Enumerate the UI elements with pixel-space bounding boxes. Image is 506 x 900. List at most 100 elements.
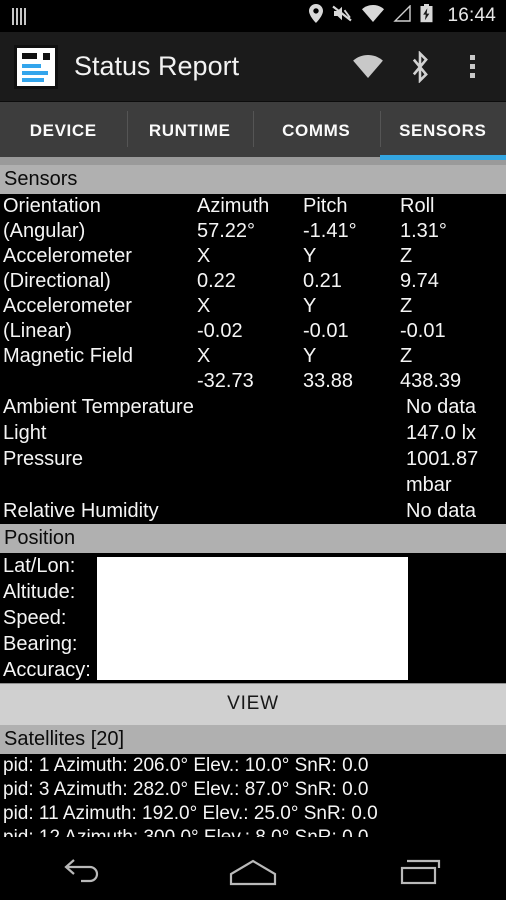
sensor-row-ambient-temperature: Ambient Temperature No data [0,394,506,420]
overflow-menu-icon [469,55,475,78]
sensor-key-z: Roll [400,195,435,217]
recents-button[interactable] [337,844,506,900]
recents-icon [400,859,440,885]
position-block: Lat/Lon: Altitude: Speed: Bearing: Accur… [0,553,506,683]
sensor-value-group: 1001.87 mbar [406,446,506,498]
overflow-menu-button[interactable] [446,39,498,95]
home-button[interactable] [169,844,338,900]
satellite-row-text: pid: 12 Azimuth: 300.0° Elev.: 8.0° SnR:… [0,826,506,837]
sensor-value: 1001.87 [406,448,479,470]
sensor-key: Ambient Temperature [3,396,194,418]
position-label-speed: Speed: [3,607,67,629]
sensor-row-light: Light 147.0 lx [0,420,506,446]
sensor-key-y: Y [303,295,317,317]
status-bar-left [12,7,28,25]
wifi-icon [362,5,385,27]
sensor-value-y: -0.01 [303,320,349,342]
sensor-value: No data [406,500,477,522]
tab-runtime-label: RUNTIME [148,121,231,140]
sensor-value-x: 57.22° [197,220,256,242]
page-title: Status Report [74,51,240,81]
sensor-row-relative-humidity: Relative Humidity No data [0,498,506,524]
tab-device-underline [0,157,127,160]
action-bar: Status Report [0,32,506,102]
position-label-accuracy: Accuracy: [3,659,91,681]
sensors-content: Sensors Orientation Azimuth Pitch Roll (… [0,165,506,837]
sensor-value-z: 438.39 [400,370,462,392]
sensor-key-x: X [197,345,211,367]
sensor-value-x: -32.73 [197,370,254,392]
tab-runtime-underline [126,157,253,160]
bluetooth-toggle-button[interactable] [394,39,446,95]
wifi-toggle-button[interactable] [342,39,394,95]
sensor-label-line1: Magnetic Field [3,345,134,367]
sensor-row-keys: Accelerometer X Y Z [0,294,506,319]
tab-sensors[interactable]: SENSORS [379,102,506,160]
sensor-key-z: Z [400,295,413,317]
position-map-placeholder[interactable] [97,557,408,680]
sensor-key: Light [3,422,47,444]
position-label-altitude: Altitude: [3,581,76,603]
navigation-bar [0,844,506,900]
status-bar-right: 16:44 [309,4,496,28]
status-bar: 16:44 [0,0,506,32]
bluetooth-icon [412,50,428,83]
status-report-app-icon [14,44,58,89]
sensor-label-line2: (Directional) [3,270,111,292]
location-icon [309,4,324,28]
sensor-row-pressure: Pressure 1001.87 mbar [0,446,506,498]
sensor-key-x: X [197,295,211,317]
sensor-key-z: Z [400,345,413,367]
sensor-label-line1: Orientation [3,195,101,217]
status-bar-clock: 16:44 [447,5,496,26]
home-icon [229,859,277,886]
sensor-key-y: Y [303,245,317,267]
sensor-value-y: -1.41° [303,220,357,242]
sensor-key-y: Pitch [303,195,348,217]
sensor-value-z: -0.01 [400,320,446,342]
tab-runtime[interactable]: RUNTIME [126,102,253,160]
sensor-label-line2: (Angular) [3,220,86,242]
sensor-row-keys: Orientation Azimuth Pitch Roll [0,194,506,219]
sensor-value-x: 0.22 [197,270,236,292]
sensor-label-line2: (Linear) [3,320,72,342]
sensor-value: 147.0 lx [406,422,477,444]
back-icon [64,859,99,883]
sensor-row-keys: Accelerometer X Y Z [0,244,506,269]
satellite-row: pid: 1 Azimuth: 206.0° Elev.: 10.0° SnR:… [3,755,369,776]
view-button[interactable]: VIEW [0,683,506,725]
sensor-row-keys: Magnetic Field X Y Z [0,344,506,369]
tab-bar: DEVICE RUNTIME COMMS SENSORS [0,102,506,160]
sensor-key-x: X [197,245,211,267]
sensor-row-values: (Linear) -0.02 -0.01 -0.01 [0,319,506,344]
sensor-key-y: Y [303,345,317,367]
sensor-key-z: Z [400,245,413,267]
signal-bars-icon [12,7,28,25]
sensor-value-y: 0.21 [303,270,342,292]
sensor-row-values: (Directional) 0.22 0.21 9.74 [0,269,506,294]
tab-device-label: DEVICE [29,121,97,140]
tab-device[interactable]: DEVICE [0,102,127,160]
sensor-key: Relative Humidity [3,500,159,522]
sensor-group-orientation: Orientation Azimuth Pitch Roll (Angular)… [0,194,506,244]
satellite-list: pid: 1 Azimuth: 206.0° Elev.: 10.0° SnR:… [0,754,506,837]
sensor-group-accelerometer-directional: Accelerometer X Y Z (Directional) 0.22 0… [0,244,506,294]
section-header-position: Position [0,524,506,553]
section-header-sensors: Sensors [0,165,506,194]
back-button[interactable] [0,844,169,900]
position-labels: Lat/Lon: Altitude: Speed: Bearing: Accur… [0,553,98,683]
sensor-value-y: 33.88 [303,370,354,392]
sensor-label-line1: Accelerometer [3,245,132,267]
sensor-value-z: 9.74 [400,270,439,292]
position-label-bearing: Bearing: [3,633,78,655]
tab-comms[interactable]: COMMS [253,102,380,160]
wifi-icon [353,55,383,78]
cell-signal-icon [393,4,412,27]
sensor-group-magnetic-field: Magnetic Field X Y Z -32.73 33.88 438.39 [0,344,506,394]
sensor-key-x: Azimuth [197,195,270,217]
tab-comms-label: COMMS [282,121,351,140]
position-label-latlon: Lat/Lon: [3,555,76,577]
sensor-row-values: -32.73 33.88 438.39 [0,369,506,394]
sensor-label-line1: Accelerometer [3,295,132,317]
tab-sensors-label: SENSORS [399,121,487,140]
